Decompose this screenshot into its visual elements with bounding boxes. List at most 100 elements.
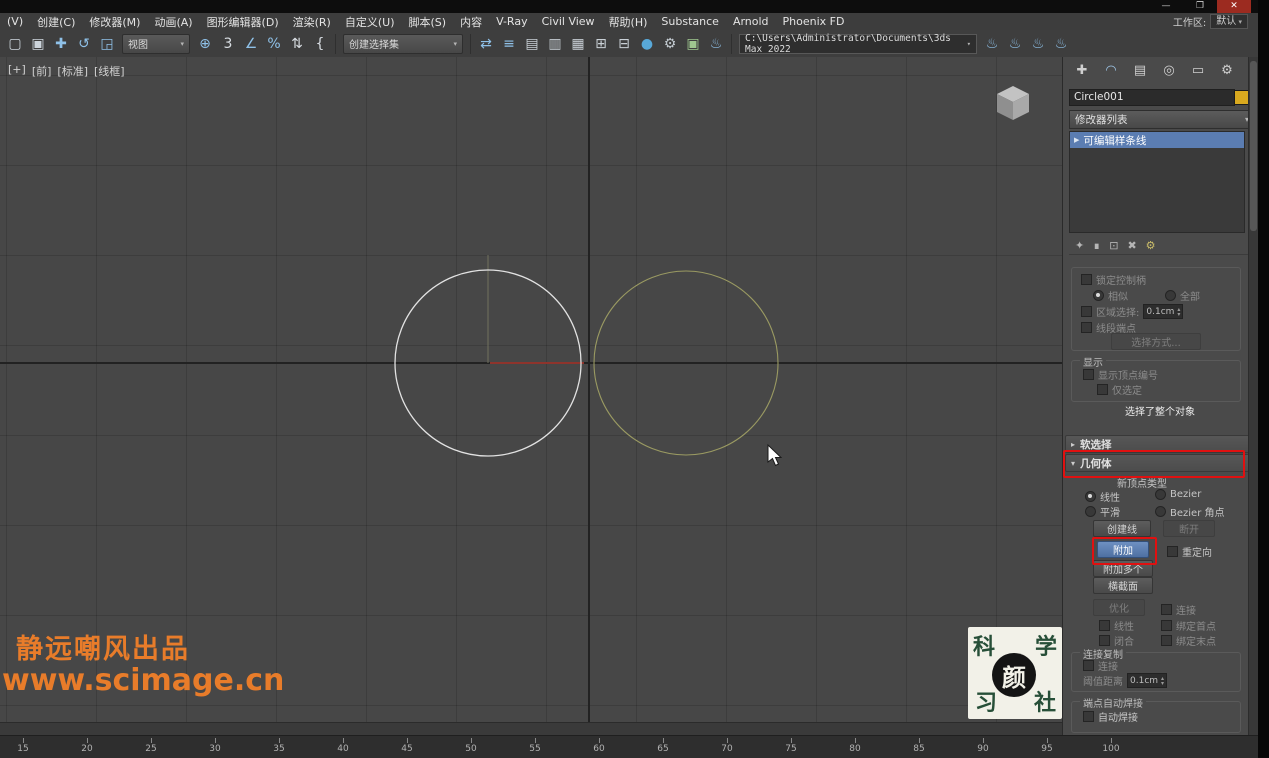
menu-item[interactable]: 渲染(R) xyxy=(286,14,338,30)
project-folder-dropdown[interactable]: C:\Users\Administrator\Documents\3ds Max… xyxy=(739,33,977,55)
alike-radio[interactable]: 相似 xyxy=(1093,288,1128,303)
menu-item[interactable]: Phoenix FD xyxy=(776,15,852,28)
menu-item[interactable]: 修改器(M) xyxy=(82,14,147,30)
vertex-smooth-radio[interactable]: 平滑 xyxy=(1085,504,1120,519)
render-preset-2-icon[interactable]: ♨ xyxy=(1004,33,1026,55)
show-end-result-icon[interactable]: ∎ xyxy=(1093,239,1100,252)
menu-item[interactable]: 动画(A) xyxy=(147,14,199,30)
scene-explorer-icon[interactable]: ▤ xyxy=(521,33,543,55)
spinner-arrows-icon[interactable]: ▴ ▾ xyxy=(1161,675,1164,686)
all-radio[interactable]: 全部 xyxy=(1165,288,1200,303)
schematic-view-icon[interactable]: ⊟ xyxy=(613,33,635,55)
connect-copy-checkbox[interactable]: 连接 xyxy=(1083,658,1118,673)
tab-modify-icon[interactable]: ◠ xyxy=(1102,61,1120,79)
tab-utilities-icon[interactable]: ⚙ xyxy=(1218,61,1236,79)
bind-last-checkbox[interactable]: 绑定末点 xyxy=(1161,633,1216,648)
menu-item[interactable]: (V) xyxy=(0,15,30,28)
object-name-field[interactable]: Circle001 xyxy=(1069,89,1235,106)
spinner-snap-icon[interactable]: ⇅ xyxy=(286,33,308,55)
use-pivot-point-icon[interactable]: ⊕ xyxy=(194,33,216,55)
panel-scrollbar-thumb[interactable] xyxy=(1250,61,1257,231)
viewport-maximize-menu[interactable]: [+] xyxy=(8,63,26,79)
vertex-linear-radio[interactable]: 线性 xyxy=(1085,489,1120,504)
render-preset-3-icon[interactable]: ♨ xyxy=(1027,33,1049,55)
object-color-swatch[interactable] xyxy=(1234,90,1249,105)
viewport-visual-style-menu[interactable]: [标准] xyxy=(57,63,88,79)
area-selection-checkbox[interactable]: 区域选择: 0.1cm ▴ ▾ xyxy=(1081,304,1184,319)
tab-display-icon[interactable]: ▭ xyxy=(1189,61,1207,79)
render-production-icon[interactable]: ♨ xyxy=(705,33,727,55)
menu-item[interactable]: Civil View xyxy=(535,15,602,28)
curve-editor-icon[interactable]: ⊞ xyxy=(590,33,612,55)
viewport-shading-menu[interactable]: [线框] xyxy=(94,63,125,79)
layer-explorer-icon[interactable]: ▥ xyxy=(544,33,566,55)
menu-item[interactable]: Arnold xyxy=(726,15,776,28)
tab-hierarchy-icon[interactable]: ▤ xyxy=(1131,61,1149,79)
select-by-button[interactable]: 选择方式... xyxy=(1111,333,1201,350)
material-editor-icon[interactable]: ● xyxy=(636,33,658,55)
vertex-bezier-corner-radio[interactable]: Bezier 角点 xyxy=(1155,504,1224,519)
area-threshold-spinner[interactable]: 0.1cm ▴ ▾ xyxy=(1143,304,1184,319)
select-and-move-icon[interactable]: ✚ xyxy=(50,33,72,55)
menu-item[interactable]: 脚本(S) xyxy=(402,14,454,30)
reference-coordinate-dropdown[interactable]: 视图 xyxy=(122,33,190,54)
menu-item[interactable]: 图形编辑器(D) xyxy=(200,14,286,30)
close-icon[interactable]: ✕ xyxy=(1217,0,1251,13)
bind-first-checkbox[interactable]: 绑定首点 xyxy=(1161,618,1216,633)
menu-item[interactable]: Substance xyxy=(654,15,726,28)
menu-item[interactable]: 内容 xyxy=(453,14,489,30)
viewcube[interactable] xyxy=(988,79,1038,129)
tab-create-icon[interactable]: ✚ xyxy=(1073,61,1091,79)
select-region-rect-icon[interactable]: ▢ xyxy=(4,33,26,55)
rollout-soft-selection[interactable]: ▸ 软选择 xyxy=(1065,435,1257,453)
percent-snap-icon[interactable]: % xyxy=(263,33,285,55)
workspace-value[interactable]: 默认 xyxy=(1210,14,1248,29)
create-line-button[interactable]: 创建线 xyxy=(1093,520,1151,537)
tab-motion-icon[interactable]: ◎ xyxy=(1160,61,1178,79)
menu-item[interactable]: V-Ray xyxy=(489,15,535,28)
ribbon-toggle-icon[interactable]: ▦ xyxy=(567,33,589,55)
angle-snap-icon[interactable]: ∠ xyxy=(240,33,262,55)
named-selection-set-dropdown[interactable]: 创建选择集 xyxy=(343,33,463,54)
attach-button[interactable]: 附加 xyxy=(1097,541,1149,558)
vertex-bezier-radio[interactable]: Bezier xyxy=(1155,489,1201,500)
render-preset-1-icon[interactable]: ♨ xyxy=(981,33,1003,55)
lock-handles-checkbox[interactable]: 锁定控制柄 xyxy=(1081,272,1146,287)
select-region-window-icon[interactable]: ▣ xyxy=(27,33,49,55)
menu-item[interactable]: 帮助(H) xyxy=(602,14,655,30)
menu-item[interactable]: 自定义(U) xyxy=(338,14,402,30)
named-selection-sets-icon[interactable]: { xyxy=(309,33,331,55)
rendered-frame-window-icon[interactable]: ▣ xyxy=(682,33,704,55)
connect-checkbox[interactable]: 连接 xyxy=(1161,602,1196,617)
select-and-rotate-icon[interactable]: ↺ xyxy=(73,33,95,55)
track-bar[interactable]: 15 20 25 30 35 40 45 50 55 60 65 70 75 8… xyxy=(0,735,1258,758)
auto-weld-checkbox[interactable]: 自动焊接 xyxy=(1083,709,1138,724)
render-setup-icon[interactable]: ⚙ xyxy=(659,33,681,55)
make-unique-icon[interactable]: ⊡ xyxy=(1109,239,1118,252)
attach-multiple-button[interactable]: 附加多个 xyxy=(1093,560,1153,577)
workspace-selector[interactable]: 工作区: 默认 xyxy=(1173,13,1248,30)
reorient-checkbox[interactable]: 重定向 xyxy=(1167,544,1212,559)
refine-button[interactable]: 优化 xyxy=(1093,599,1145,616)
configure-modifier-sets-icon[interactable]: ⚙ xyxy=(1146,239,1156,252)
stack-item-editable-spline[interactable]: 可编辑样条线 xyxy=(1070,132,1244,148)
cross-section-button[interactable]: 横截面 xyxy=(1093,577,1153,594)
align-icon[interactable]: ≡ xyxy=(498,33,520,55)
threshold-distance-spinner[interactable]: 0.1cm ▴ ▾ xyxy=(1127,673,1168,688)
menu-item[interactable]: 创建(C) xyxy=(30,14,82,30)
mirror-icon[interactable]: ⇄ xyxy=(475,33,497,55)
selected-only-checkbox[interactable]: 仅选定 xyxy=(1097,382,1142,397)
rollout-geometry[interactable]: ▾ 几何体 xyxy=(1065,454,1257,472)
modifier-list-dropdown[interactable]: 修改器列表 xyxy=(1069,110,1255,129)
viewport-view-menu[interactable]: [前] xyxy=(32,63,52,79)
render-preset-4-icon[interactable]: ♨ xyxy=(1050,33,1072,55)
spinner-arrows-icon[interactable]: ▴ ▾ xyxy=(1177,306,1180,317)
break-button[interactable]: 断开 xyxy=(1163,520,1215,537)
select-and-scale-icon[interactable]: ◲ xyxy=(96,33,118,55)
show-vertex-numbers-checkbox[interactable]: 显示顶点编号 xyxy=(1083,367,1158,382)
viewport-front[interactable]: [+] [前] [标准] [线框] 静远嘲风出品 www.scimage.cn … xyxy=(0,57,1062,722)
minimize-icon[interactable]: — xyxy=(1149,0,1183,13)
linear-checkbox[interactable]: 线性 xyxy=(1099,618,1134,633)
remove-modifier-icon[interactable]: ✖ xyxy=(1127,239,1136,252)
maximize-icon[interactable]: ❐ xyxy=(1183,0,1217,13)
